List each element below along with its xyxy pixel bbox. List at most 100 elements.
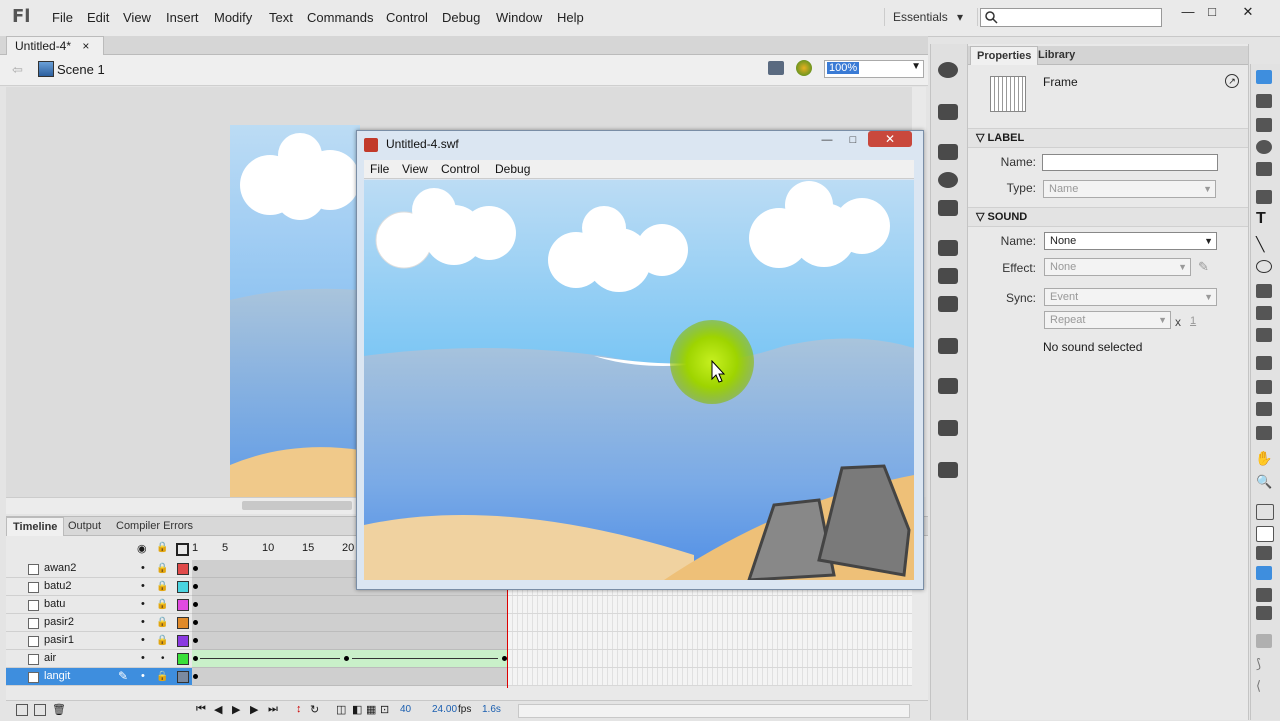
pen-tool-icon[interactable] bbox=[1256, 190, 1272, 204]
layer-row[interactable]: batu2 • 🔒 bbox=[6, 578, 192, 596]
project-icon[interactable] bbox=[938, 420, 958, 436]
selection-tool-icon[interactable] bbox=[1256, 70, 1272, 84]
edit-symbols-icon[interactable] bbox=[796, 60, 812, 76]
bone-tool-icon[interactable] bbox=[1256, 356, 1272, 370]
menu-commands[interactable]: Commands bbox=[307, 10, 373, 25]
stage-canvas[interactable] bbox=[230, 125, 360, 497]
transform-icon[interactable] bbox=[938, 200, 958, 216]
layer-color-swatch[interactable] bbox=[177, 563, 189, 575]
menu-window[interactable]: Window bbox=[496, 10, 542, 25]
hand-tool-icon[interactable]: ✋ bbox=[1255, 450, 1272, 467]
align-icon[interactable] bbox=[938, 144, 958, 160]
eraser-tool-icon[interactable] bbox=[1256, 426, 1272, 440]
last-frame-icon[interactable]: ⏭ bbox=[268, 703, 278, 716]
eyedropper-tool-icon[interactable] bbox=[1256, 402, 1272, 416]
menu-modify[interactable]: Modify bbox=[214, 10, 252, 25]
swf-maximize-button[interactable]: □ bbox=[842, 133, 864, 147]
snap-to-objects-icon[interactable] bbox=[1256, 634, 1272, 648]
3d-rotation-tool-icon[interactable] bbox=[1256, 140, 1272, 154]
tab-output[interactable]: Output bbox=[62, 517, 107, 535]
scene-panel-icon[interactable] bbox=[938, 462, 958, 478]
show-hide-icon[interactable]: ◉ bbox=[137, 542, 147, 555]
fill-swatch-icon[interactable] bbox=[1256, 566, 1272, 580]
tab-compiler-errors[interactable]: Compiler Errors bbox=[110, 517, 199, 535]
menu-insert[interactable]: Insert bbox=[166, 10, 199, 25]
keyframe[interactable] bbox=[193, 566, 198, 571]
center-frame-icon[interactable]: ↕ bbox=[296, 703, 302, 715]
frame-span[interactable] bbox=[192, 596, 508, 614]
menu-help[interactable]: Help bbox=[557, 10, 584, 25]
layer-color-swatch[interactable] bbox=[177, 671, 189, 683]
frame-span[interactable] bbox=[192, 668, 508, 686]
sound-sync-select[interactable]: Event ▼ bbox=[1044, 288, 1217, 306]
component-inspector-icon[interactable] bbox=[938, 296, 958, 312]
label-name-input[interactable] bbox=[1042, 154, 1218, 171]
scrollbar-thumb[interactable] bbox=[242, 501, 352, 510]
lock-icon[interactable]: 🔒 bbox=[156, 596, 168, 613]
document-tab[interactable]: Untitled-4* × bbox=[6, 36, 104, 55]
lock-icon[interactable]: 🔒 bbox=[156, 632, 168, 649]
menu-control[interactable]: Control bbox=[386, 10, 428, 25]
empty-frames[interactable] bbox=[508, 650, 912, 668]
visibility-dot[interactable]: • bbox=[141, 668, 145, 685]
tab-timeline[interactable]: Timeline bbox=[6, 517, 65, 536]
sound-section-header[interactable]: ▽ SOUND bbox=[968, 207, 1248, 227]
new-layer-icon[interactable] bbox=[16, 704, 28, 716]
fill-color-icon[interactable] bbox=[1256, 546, 1272, 560]
keyframe[interactable] bbox=[193, 638, 198, 643]
zoom-select[interactable]: 100% ▼ bbox=[824, 60, 924, 78]
repeat-count[interactable]: 1 bbox=[1190, 315, 1196, 327]
text-tool-icon[interactable]: T bbox=[1256, 210, 1266, 228]
current-frame[interactable]: 40 bbox=[400, 704, 411, 715]
label-section-header[interactable]: ▽ LABEL bbox=[968, 128, 1248, 148]
onion-skin-icon[interactable]: ◫ bbox=[336, 703, 346, 716]
swf-minimize-button[interactable]: — bbox=[816, 133, 838, 147]
lasso-tool-icon[interactable] bbox=[1256, 162, 1272, 176]
keyframe[interactable] bbox=[193, 674, 198, 679]
sound-effect-select[interactable]: None ▼ bbox=[1044, 258, 1191, 276]
empty-frames[interactable] bbox=[508, 614, 912, 632]
edit-multiple-icon[interactable]: ▦ bbox=[366, 703, 376, 716]
empty-frames[interactable] bbox=[508, 668, 912, 686]
close-tab-icon[interactable]: × bbox=[82, 39, 89, 53]
step-back-icon[interactable]: ◀︎ bbox=[214, 703, 222, 716]
oval-tool-icon[interactable] bbox=[1256, 260, 1272, 273]
help-search-input[interactable] bbox=[980, 8, 1162, 27]
paint-bucket-tool-icon[interactable] bbox=[1256, 380, 1272, 394]
visibility-dot[interactable]: • bbox=[141, 632, 145, 649]
keyframe[interactable] bbox=[344, 656, 349, 661]
layer-row[interactable]: pasir1 • 🔒 bbox=[6, 632, 192, 650]
keyframe[interactable] bbox=[193, 602, 198, 607]
keyframe[interactable] bbox=[193, 584, 198, 589]
info-icon[interactable] bbox=[938, 172, 958, 188]
lock-icon[interactable]: 🔒 bbox=[156, 542, 168, 553]
tab-library[interactable]: Library bbox=[1032, 46, 1081, 64]
menu-edit[interactable]: Edit bbox=[87, 10, 109, 25]
empty-frames[interactable] bbox=[508, 632, 912, 650]
workspace-switcher[interactable]: Essentials ▾ bbox=[884, 8, 978, 26]
history-icon[interactable] bbox=[938, 378, 958, 394]
empty-frames[interactable] bbox=[508, 596, 912, 614]
lock-icon[interactable]: 🔒 bbox=[156, 578, 168, 595]
swf-canvas[interactable] bbox=[364, 180, 914, 580]
layer-row-selected[interactable]: langit ✎ • 🔒 bbox=[6, 668, 192, 686]
outline-icon[interactable] bbox=[176, 543, 189, 556]
keyframe[interactable] bbox=[193, 656, 198, 661]
label-type-select[interactable]: Name ▼ bbox=[1043, 180, 1216, 198]
brush-tool-icon[interactable] bbox=[1256, 306, 1272, 320]
layer-row[interactable]: air • • bbox=[6, 650, 192, 668]
close-button[interactable]: ✕ bbox=[1234, 4, 1262, 20]
swap-colors-icon[interactable] bbox=[1256, 606, 1272, 620]
visibility-dot[interactable]: • bbox=[141, 578, 145, 595]
layer-color-swatch[interactable] bbox=[177, 599, 189, 611]
swf-menu-debug[interactable]: Debug bbox=[495, 162, 530, 176]
layer-color-swatch[interactable] bbox=[177, 653, 189, 665]
visibility-dot[interactable]: • bbox=[141, 596, 145, 613]
loop-icon[interactable]: ↻ bbox=[310, 703, 319, 716]
frame-span[interactable] bbox=[192, 632, 508, 650]
help-icon[interactable]: ↗ bbox=[1225, 74, 1239, 88]
straighten-icon[interactable]: ⟨ bbox=[1256, 678, 1261, 694]
pencil-tool-icon[interactable] bbox=[1256, 284, 1272, 298]
back-arrow-icon[interactable]: ⇦ bbox=[12, 62, 23, 78]
zoom-tool-icon[interactable]: 🔍 bbox=[1256, 474, 1272, 490]
